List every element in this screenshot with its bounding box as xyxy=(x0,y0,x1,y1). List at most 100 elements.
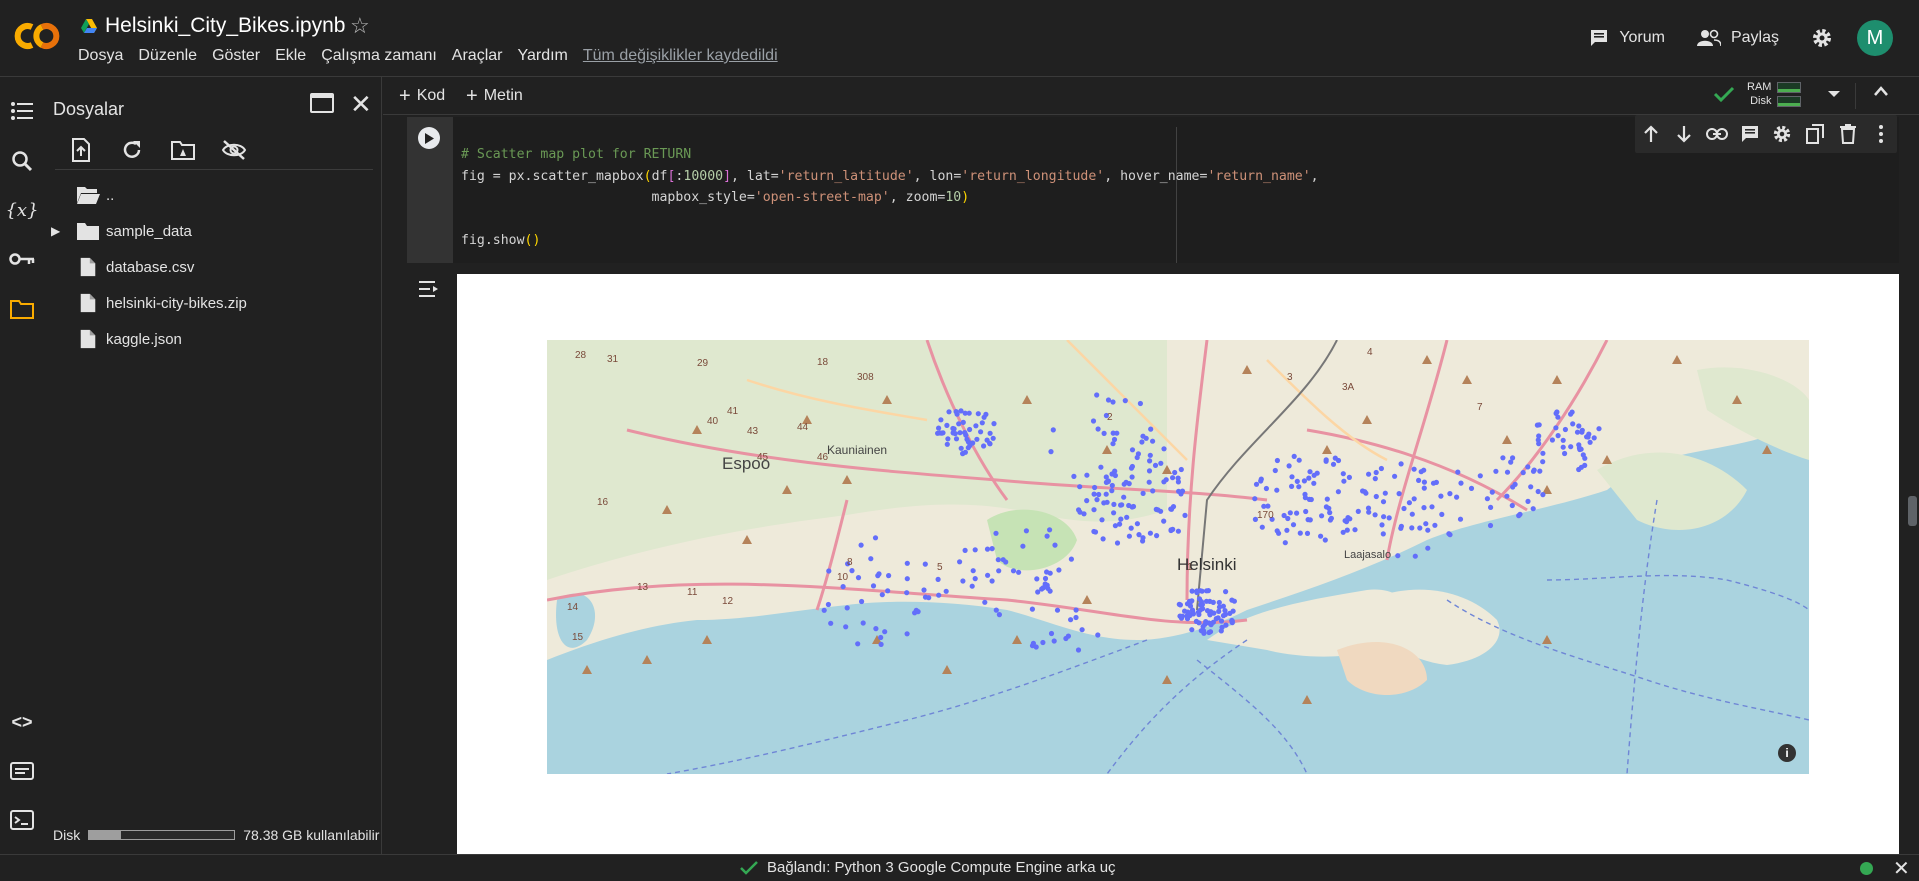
plus-icon: + xyxy=(399,85,411,107)
station-point xyxy=(1307,469,1313,475)
scatter-map[interactable]: Espoo Kauniainen Helsinki Laajasalo 28 31 29 18… xyxy=(547,340,1809,774)
station-point xyxy=(962,410,968,416)
scrollbar-thumb[interactable] xyxy=(1908,496,1917,526)
station-point xyxy=(1084,498,1090,504)
star-icon[interactable]: ☆ xyxy=(350,13,370,39)
station-point xyxy=(1263,485,1269,492)
share-button[interactable]: Paylaş xyxy=(1696,29,1779,47)
menu-edit[interactable]: Düzenle xyxy=(138,47,197,65)
station-point xyxy=(1253,481,1260,487)
connection-status[interactable]: Bağlandı: Python 3 Google Compute Engine… xyxy=(740,859,1116,876)
station-point xyxy=(1216,599,1222,606)
station-point xyxy=(1095,426,1101,432)
station-point xyxy=(1418,469,1424,475)
saved-status-link[interactable]: Tüm değişiklikler kaydedildi xyxy=(583,47,778,65)
station-point xyxy=(1373,493,1379,500)
close-panel-icon[interactable]: ✕ xyxy=(350,91,372,117)
output-actions-icon[interactable] xyxy=(411,275,447,303)
command-palette-icon[interactable] xyxy=(8,757,36,785)
terrain-marker xyxy=(1302,695,1312,704)
station-point xyxy=(1274,528,1280,534)
menu-tools[interactable]: Araçlar xyxy=(452,47,503,65)
code-cell[interactable]: # Scatter map plot for RETURN fig = px.sc… xyxy=(407,115,1899,263)
folder-icon[interactable] xyxy=(8,295,36,323)
station-point xyxy=(1147,530,1153,536)
secrets-key-icon[interactable] xyxy=(8,245,36,273)
refresh-icon[interactable] xyxy=(115,133,149,167)
mirror-cell-icon[interactable] xyxy=(1804,123,1826,145)
move-down-icon[interactable] xyxy=(1673,123,1695,145)
comment-icon[interactable] xyxy=(1739,123,1761,145)
file-tree-item[interactable]: kaggle.json xyxy=(44,321,382,357)
road-number-label: 46 xyxy=(817,452,829,463)
menu-file[interactable]: Dosya xyxy=(78,47,123,65)
station-point xyxy=(1549,437,1555,443)
menu-help[interactable]: Yardım xyxy=(517,47,567,65)
hide-files-icon[interactable] xyxy=(217,133,251,167)
close-icon[interactable]: ✕ xyxy=(1893,856,1910,881)
station-point xyxy=(1189,627,1195,633)
menu-runtime[interactable]: Çalışma zamanı xyxy=(321,47,437,65)
comment-button[interactable]: Yorum xyxy=(1589,28,1665,48)
upload-file-icon[interactable] xyxy=(64,133,98,167)
variables-icon[interactable]: {x} xyxy=(5,196,38,224)
sea-route xyxy=(1196,659,1308,774)
avatar[interactable]: M xyxy=(1857,20,1893,56)
file-tree-item[interactable]: .. xyxy=(44,177,382,213)
mount-drive-icon[interactable] xyxy=(166,133,200,167)
link-icon[interactable] xyxy=(1705,123,1728,145)
info-icon[interactable]: i xyxy=(1778,744,1796,762)
delete-icon[interactable] xyxy=(1837,123,1859,145)
code-editor[interactable]: # Scatter map plot for RETURN fig = px.sc… xyxy=(461,144,1319,252)
station-point xyxy=(1335,457,1342,464)
station-point xyxy=(821,607,827,613)
station-point xyxy=(1220,613,1227,619)
station-point xyxy=(922,561,928,567)
station-point xyxy=(1530,506,1536,512)
more-options-icon[interactable] xyxy=(1870,123,1892,145)
file-tree-item[interactable]: ▶ sample_data xyxy=(44,213,382,249)
table-of-contents-icon[interactable] xyxy=(8,97,36,125)
station-point xyxy=(944,422,950,428)
menu-view[interactable]: Göster xyxy=(212,47,260,65)
chevron-down-icon[interactable] xyxy=(1827,89,1841,99)
station-point xyxy=(1423,521,1429,527)
station-point xyxy=(1056,567,1062,573)
colab-logo[interactable] xyxy=(14,20,60,52)
notebook-toolbar: + Kod + Metin RAM Disk xyxy=(383,77,1919,115)
add-text-button[interactable]: + Metin xyxy=(466,86,523,106)
search-icon[interactable] xyxy=(8,147,36,175)
resource-monitor[interactable]: RAM Disk xyxy=(1713,81,1841,107)
expand-caret-icon[interactable]: ▶ xyxy=(51,224,60,238)
settings-gear-icon[interactable] xyxy=(1811,27,1833,49)
run-cell-button[interactable] xyxy=(418,127,440,149)
file-tree-item[interactable]: helsinki-city-bikes.zip xyxy=(44,285,382,321)
chevron-up-icon[interactable] xyxy=(1873,85,1889,97)
file-tree-item[interactable]: database.csv xyxy=(44,249,382,285)
station-point xyxy=(1447,532,1453,538)
move-up-icon[interactable] xyxy=(1640,123,1662,145)
map-canvas[interactable]: EspooKauniainenHelsinki Laajasalo28 31 29 18… xyxy=(547,340,1809,774)
road-number-label: 170 xyxy=(1257,510,1274,521)
station-point xyxy=(1406,500,1412,506)
add-code-label: Kod xyxy=(416,87,446,104)
station-point xyxy=(987,441,993,447)
station-point xyxy=(1020,543,1026,549)
station-point xyxy=(1272,467,1278,474)
terminal-icon[interactable] xyxy=(8,806,36,834)
station-point xyxy=(904,560,910,566)
add-code-button[interactable]: + Kod xyxy=(399,86,445,106)
notebook-title[interactable]: Helsinki_City_Bikes.ipynb xyxy=(81,14,345,38)
open-in-window-icon[interactable] xyxy=(310,93,334,113)
sea-route xyxy=(666,639,1148,774)
station-point xyxy=(1510,484,1516,490)
code-snippets-icon[interactable]: <> xyxy=(8,708,36,736)
cell-settings-gear-icon[interactable] xyxy=(1771,123,1793,145)
station-point xyxy=(855,641,861,647)
menu-insert[interactable]: Ekle xyxy=(275,47,306,65)
station-point xyxy=(991,421,997,427)
station-point xyxy=(1252,496,1258,502)
station-point xyxy=(1311,472,1317,478)
road-number-label: 1 xyxy=(1187,562,1193,573)
station-point xyxy=(1147,452,1153,458)
